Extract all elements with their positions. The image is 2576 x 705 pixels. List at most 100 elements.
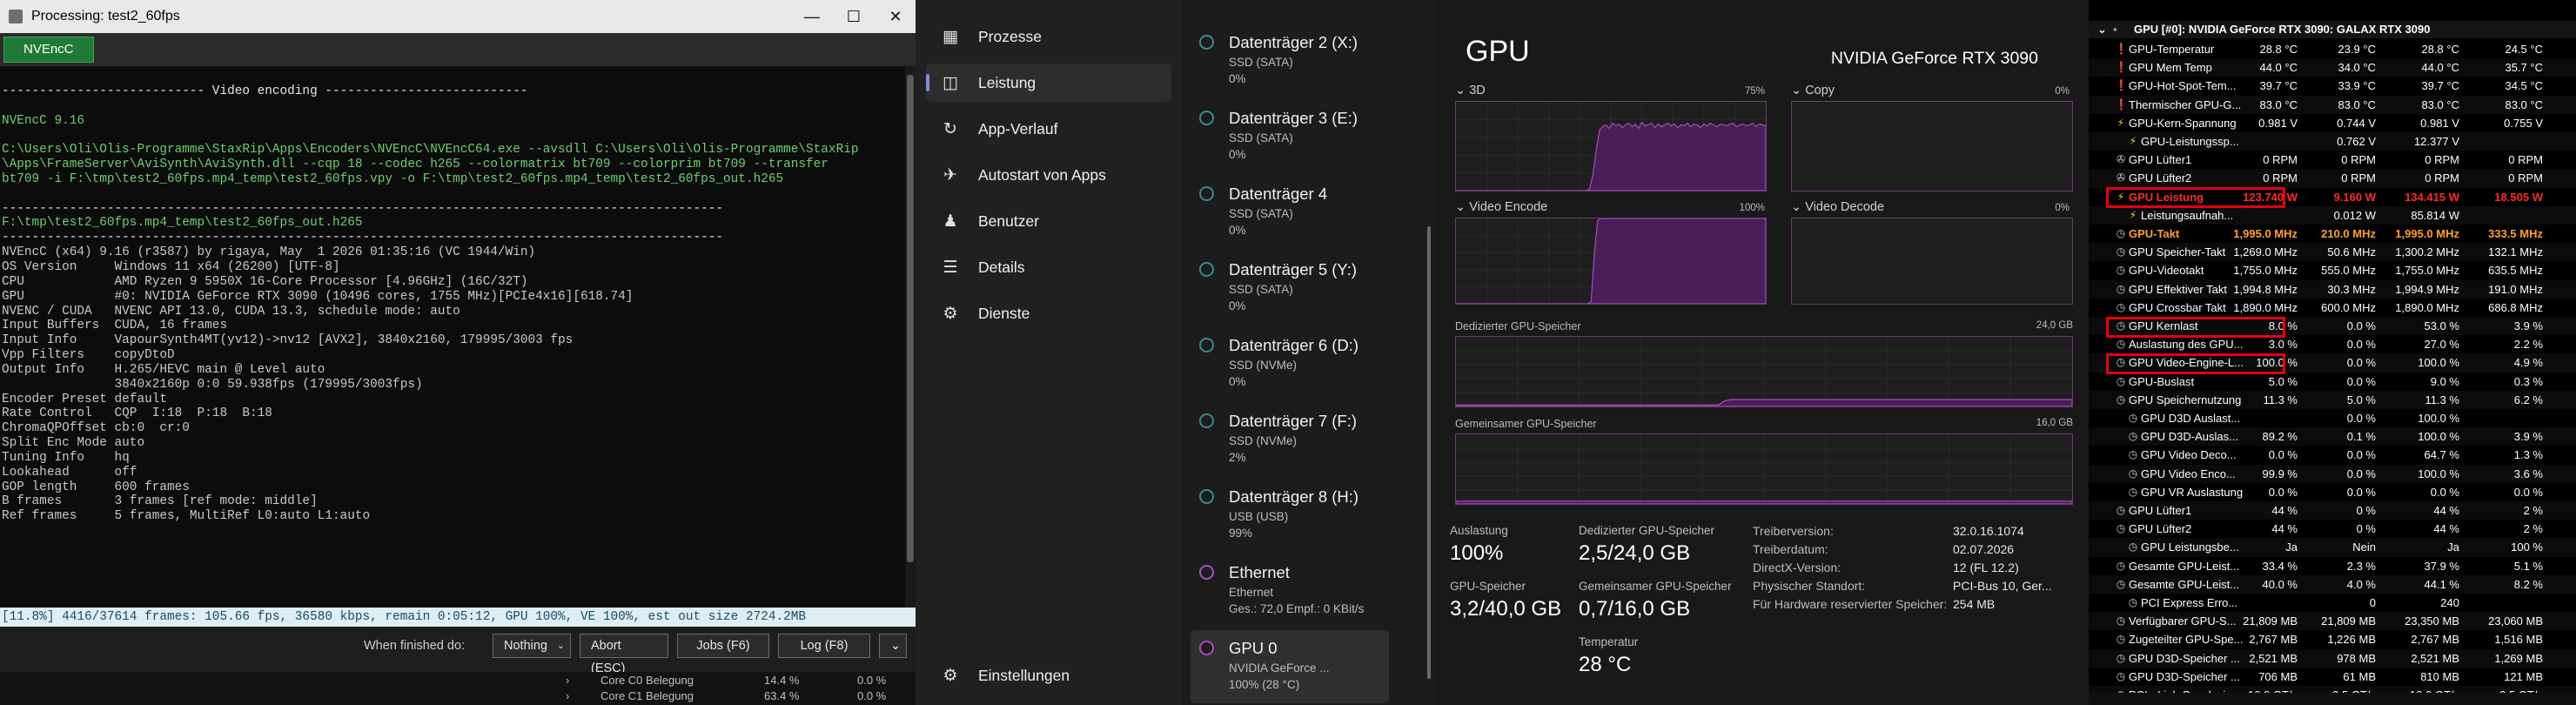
device-item[interactable]: Datenträger 5 (Y:) SSD (SATA) 0% xyxy=(1191,252,1389,325)
device-sub: SSD (NVMe) xyxy=(1229,359,1298,372)
graph-vdec-label[interactable]: ⌄ Video Decode xyxy=(1791,200,1884,214)
sensor-row[interactable]: ◷ GPU Video Deco... 0.0 % 0.0 % 64.7 % 1.3 % xyxy=(2089,446,2576,464)
sensor-row[interactable]: ◷ PCI Express Erro... 0 240 xyxy=(2089,594,2576,612)
sensor-name: GPU-Hot-Spot-Tem... xyxy=(2129,79,2237,93)
close-icon[interactable]: ✕ xyxy=(875,0,916,33)
sensor-min: 0.0 % xyxy=(2346,319,2376,332)
processes-icon: ▦ xyxy=(943,27,958,46)
tab-nvencc[interactable]: NVEncC xyxy=(3,37,94,63)
sensor-row[interactable]: ◷ GPU-Buslast 5.0 % 0.0 % 9.0 % 0.3 % xyxy=(2089,373,2576,391)
device-item[interactable]: Datenträger 3 (E:) SSD (SATA) 0% xyxy=(1191,100,1389,173)
device-item[interactable]: Datenträger 6 (D:) SSD (NVMe) 0% xyxy=(1191,327,1389,400)
device-item[interactable]: Datenträger 4 SSD (SATA) 0% xyxy=(1191,176,1389,249)
sensor-current: 5.0 % xyxy=(2268,374,2298,388)
settings-button[interactable]: ⚙ Einstellungen xyxy=(926,656,1171,695)
menu-chevron-button[interactable]: ⌄ xyxy=(879,634,907,658)
sensor-row[interactable]: ◷ GPU Video Enco... 99.9 % 0.0 % 100.0 % 3.6 … xyxy=(2089,464,2576,483)
sensor-row[interactable]: ◷ GPU Leistungsbe... Ja Nein Ja 100 % xyxy=(2089,538,2576,557)
sensor-row[interactable]: ❗ Thermischer GPU-G... 83.0 °C 83.0 °C 83.0 … xyxy=(2089,95,2576,114)
sensor-row[interactable]: ❗ GPU Mem Temp 44.0 °C 34.0 °C 44.0 °C 35.7 °… xyxy=(2089,58,2576,77)
sensor-row[interactable]: ◷ Auslastung des GPU... 3.0 % 0.0 % 27.0 % 2.… xyxy=(2089,335,2576,353)
sensor-name: Gesamte GPU-Leist... xyxy=(2129,559,2240,573)
nav-item-leistung[interactable]: ◫ Leistung xyxy=(926,64,1171,102)
console-scrollbar[interactable] xyxy=(905,66,916,608)
nav-item-app-verlauf[interactable]: ↻ App-Verlauf xyxy=(926,110,1171,148)
sensor-row[interactable]: ❗ GPU-Hot-Spot-Tem... 39.7 °C 33.9 °C 39.7 °… xyxy=(2089,77,2576,95)
sensor-current: 44 % xyxy=(2271,522,2298,536)
sensor-row[interactable]: ⚡ Leistungsaufnah... 0.012 W 85.814 W xyxy=(2089,205,2576,225)
sensor-name: GPU Speichernutzung xyxy=(2129,393,2242,406)
sensor-row[interactable]: ◷ GPU Lüfter2 44 % 0 % 44 % 2 % xyxy=(2089,520,2576,538)
sensor-avg: 333.5 MHz xyxy=(2488,227,2543,240)
device-item[interactable]: GPU 0 NVIDIA GeForce ... 100% (28 °C) xyxy=(1191,630,1389,703)
sensor-row[interactable]: ◷ GPU Effektiver Takt 1,994.8 MHz 30.3 MHz 1… xyxy=(2089,279,2576,299)
sensor-row[interactable]: ✇ GPU Lüfter1 0 RPM 0 RPM 0 RPM 0 RPM xyxy=(2089,151,2576,169)
sensor-current: 44.0 °C xyxy=(2259,61,2298,75)
device-item[interactable]: Datenträger 2 (X:) SSD (SATA) 0% xyxy=(1191,24,1389,97)
sensor-row[interactable]: ◷ GPU Crossbar Takt 1,890.0 MHz 600.0 MHz 1,… xyxy=(2089,299,2576,317)
sensor-name: GPU D3D-Speicher ... xyxy=(2129,669,2240,683)
sensor-current: 0 RPM xyxy=(2263,171,2298,185)
device-item[interactable]: Datenträger 7 (F:) SSD (NVMe) 2% xyxy=(1191,403,1389,476)
sensor-row[interactable]: ⚡ GPU-Leistungssp... 0.762 V 12.377 V xyxy=(2089,132,2576,151)
console-line: OS Version Windows 11 x64 (26200) [UTF-8… xyxy=(2,259,340,274)
device-name: Datenträger 7 (F:) xyxy=(1229,412,1358,430)
sensor-row[interactable]: ❗ GPU-Temperatur 28.8 °C 23.9 °C 28.8 °C 24.5… xyxy=(2089,40,2576,58)
thermometer-icon: ❗ xyxy=(2115,97,2128,111)
details-icon: ☰ xyxy=(943,258,958,277)
sensor-current: 83.0 °C xyxy=(2259,97,2298,111)
under-row-label: Core C1 Belegung xyxy=(600,689,694,702)
graph-venc-label[interactable]: ⌄ Video Encode xyxy=(1455,200,1547,214)
sensor-max: 12.377 V xyxy=(2413,135,2459,148)
sensor-group-header[interactable]: ⌄ ▪ GPU [#0]: NVIDIA GeForce RTX 3090: GAL… xyxy=(2089,21,2576,38)
sensor-row[interactable]: ◷ GPU D3D-Speicher ... 2,521 MB 978 MB 2,521… xyxy=(2089,648,2576,668)
device-status-icon xyxy=(1199,338,1214,352)
maximize-icon[interactable]: ☐ xyxy=(834,0,874,33)
sensor-row[interactable]: ◷ GPU D3D-Speicher ... 706 MB 61 MB 810 MB 12… xyxy=(2089,668,2576,686)
detail-label: DirectX-Version: xyxy=(1753,561,1841,574)
console-line: Input Buffers CUDA, 16 frames xyxy=(2,319,228,333)
sensor-row[interactable]: ⚡ GPU-Kern-Spannung 0.981 V 0.744 V 0.981 V 0… xyxy=(2089,114,2576,132)
device-item[interactable]: Ethernet Ethernet Ges.: 72,0 Empf.: 0 KBit… xyxy=(1191,554,1389,628)
sensor-row[interactable]: ◷ GPU D3D-Auslas... 89.2 % 0.1 % 100.0 % 3.9 … xyxy=(2089,427,2576,446)
graph-copy-label[interactable]: ⌄ Copy xyxy=(1791,84,1835,97)
sensor-max: 1,890.0 MHz xyxy=(2395,300,2459,314)
device-val: 0% xyxy=(1229,224,1246,237)
minimize-icon[interactable]: — xyxy=(792,0,832,33)
sensor-row[interactable]: ◷ GPU Speicher-Takt 1,269.0 MHz 50.6 MHz 1,3… xyxy=(2089,243,2576,262)
sensor-row[interactable]: ◷ GPU Speichernutzung 11.3 % 5.0 % 11.3 % 6.2… xyxy=(2089,390,2576,409)
sensor-row[interactable]: ◷ Gesamte GPU-Leist... 40.0 % 4.0 % 44.1 % 8.… xyxy=(2089,574,2576,594)
scrollbar-thumb[interactable] xyxy=(907,75,914,562)
sensor-row[interactable]: ◷ GPU-Takt 1,995.0 MHz 210.0 MHz 1,995.0 MHz… xyxy=(2089,225,2576,243)
nav-item-prozesse[interactable]: ▦ Prozesse xyxy=(926,17,1171,56)
sensor-max: 810 MB xyxy=(2420,669,2459,683)
nav-item-details[interactable]: ☰ Details xyxy=(926,248,1171,286)
abort-button[interactable]: Abort (ESC) xyxy=(580,634,668,675)
nav-item-autostart-von-apps[interactable]: ✈ Autostart von Apps xyxy=(926,156,1171,194)
sensor-row[interactable]: ◷ Zugeteilter GPU-Spe... 2,767 MB 1,226 MB 2… xyxy=(2089,630,2576,648)
gauge-icon: ◷ xyxy=(2116,614,2126,628)
sensor-row[interactable]: ◷ GPU D3D Auslast... 0.0 % 100.0 % xyxy=(2089,409,2576,427)
nav-item-dienste[interactable]: ⚙ Dienste xyxy=(926,294,1171,332)
sensor-row[interactable]: ◷ GPU-Videotakt 1,755.0 MHz 555.0 MHz 1,755.… xyxy=(2089,261,2576,279)
when-finished-select[interactable]: Nothing ⌄ xyxy=(493,634,571,658)
nav-item-benutzer[interactable]: ♟ Benutzer xyxy=(926,202,1171,240)
console-line: Output Info H.265/HEVC main @ Level auto xyxy=(2,362,325,377)
sensor-name: Leistungsaufnah... xyxy=(2141,208,2234,222)
page-title: GPU xyxy=(1466,35,1530,68)
device-item[interactable]: Datenträger 8 (H:) USB (USB) 99% xyxy=(1191,479,1389,552)
graph-3d-label[interactable]: ⌄ 3D xyxy=(1455,84,1486,97)
services-icon: ⚙ xyxy=(943,304,958,323)
sensor-current: 99.9 % xyxy=(2262,467,2298,480)
log-button[interactable]: Log (F8) xyxy=(778,634,870,658)
device-name: Datenträger 5 (Y:) xyxy=(1229,260,1358,279)
sensor-row[interactable]: ✇ GPU Lüfter2 0 RPM 0 RPM 0 RPM 0 RPM xyxy=(2089,169,2576,188)
sensor-row[interactable]: ◷ Gesamte GPU-Leist... 33.4 % 2.3 % 37.9 % 5.… xyxy=(2089,557,2576,575)
sensor-row[interactable]: ◷ GPU VR Auslastung 0.0 % 0.0 % 0.0 % 0.0 % xyxy=(2089,483,2576,501)
jobs-button[interactable]: Jobs (F6) xyxy=(677,634,769,658)
sensor-min: 30.3 MHz xyxy=(2327,282,2376,296)
sensor-row[interactable]: ◷ GPU Lüfter1 44 % 0 % 44 % 2 % xyxy=(2089,501,2576,520)
device-list-scrollbar[interactable] xyxy=(1427,226,1431,679)
graph-shared-plot xyxy=(1455,434,2073,505)
sensor-row[interactable]: ◷ Verfügbarer GPU-S... 21,809 MB 21,809 MB 2… xyxy=(2089,612,2576,631)
